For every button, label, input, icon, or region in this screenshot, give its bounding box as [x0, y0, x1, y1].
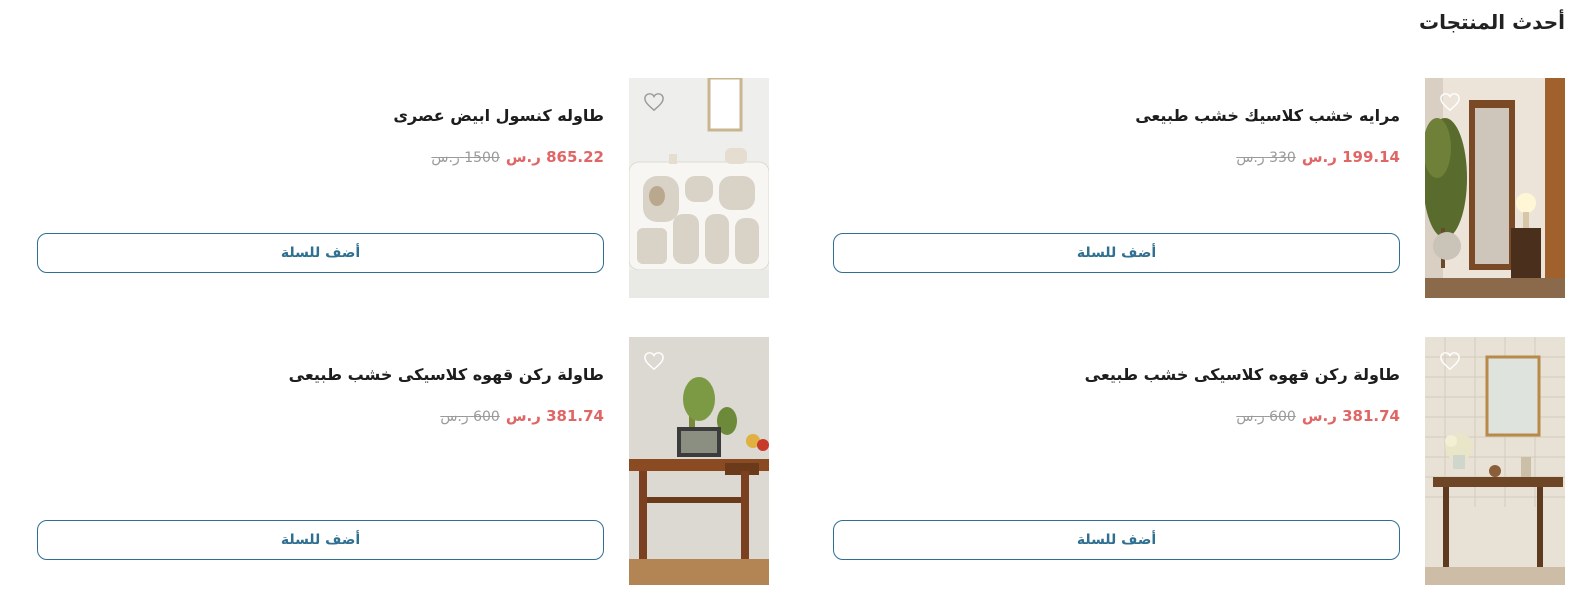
- product-card[interactable]: طاولة ركن قهوه كلاسيكى خشب طبيعى 381.74 …: [833, 337, 1565, 585]
- heart-icon[interactable]: [1439, 92, 1461, 112]
- product-name[interactable]: طاولة ركن قهوه كلاسيكى خشب طبيعى: [289, 365, 604, 384]
- product-card[interactable]: طاوله كنسول ابيض عصرى 865.22 ر.س 1500 ر.…: [37, 78, 769, 298]
- section-title: أحدث المنتجات: [1418, 10, 1565, 34]
- old-price: 600 ر.س: [1236, 409, 1296, 425]
- old-price: 330 ر.س: [1236, 150, 1296, 166]
- product-name[interactable]: طاولة ركن قهوه كلاسيكى خشب طبيعى: [1085, 365, 1400, 384]
- old-price: 600 ر.س: [440, 409, 500, 425]
- product-image[interactable]: [629, 78, 769, 298]
- current-price: 381.74 ر.س: [505, 407, 604, 425]
- current-price: 865.22 ر.س: [505, 148, 604, 166]
- old-price: 1500 ر.س: [431, 150, 500, 166]
- price-row: 381.74 ر.س 600 ر.س: [1236, 407, 1400, 425]
- price-row: 199.14 ر.س 330 ر.س: [1236, 148, 1400, 166]
- price-row: 865.22 ر.س 1500 ر.س: [431, 148, 604, 166]
- product-card[interactable]: طاولة ركن قهوه كلاسيكى خشب طبيعى 381.74 …: [37, 337, 769, 585]
- product-image[interactable]: [1425, 337, 1565, 585]
- product-card[interactable]: مرايه خشب كلاسيك خشب طبيعى 199.14 ر.س 33…: [833, 78, 1565, 298]
- current-price: 381.74 ر.س: [1301, 407, 1400, 425]
- price-row: 381.74 ر.س 600 ر.س: [440, 407, 604, 425]
- add-to-cart-button[interactable]: أضف للسلة: [37, 520, 604, 560]
- product-image[interactable]: [629, 337, 769, 585]
- product-image[interactable]: [1425, 78, 1565, 298]
- heart-icon[interactable]: [643, 92, 665, 112]
- product-name[interactable]: مرايه خشب كلاسيك خشب طبيعى: [1135, 106, 1400, 125]
- add-to-cart-button[interactable]: أضف للسلة: [37, 233, 604, 273]
- current-price: 199.14 ر.س: [1301, 148, 1400, 166]
- add-to-cart-button[interactable]: أضف للسلة: [833, 233, 1400, 273]
- product-name[interactable]: طاوله كنسول ابيض عصرى: [393, 106, 604, 125]
- heart-icon[interactable]: [643, 351, 665, 371]
- heart-icon[interactable]: [1439, 351, 1461, 371]
- add-to-cart-button[interactable]: أضف للسلة: [833, 520, 1400, 560]
